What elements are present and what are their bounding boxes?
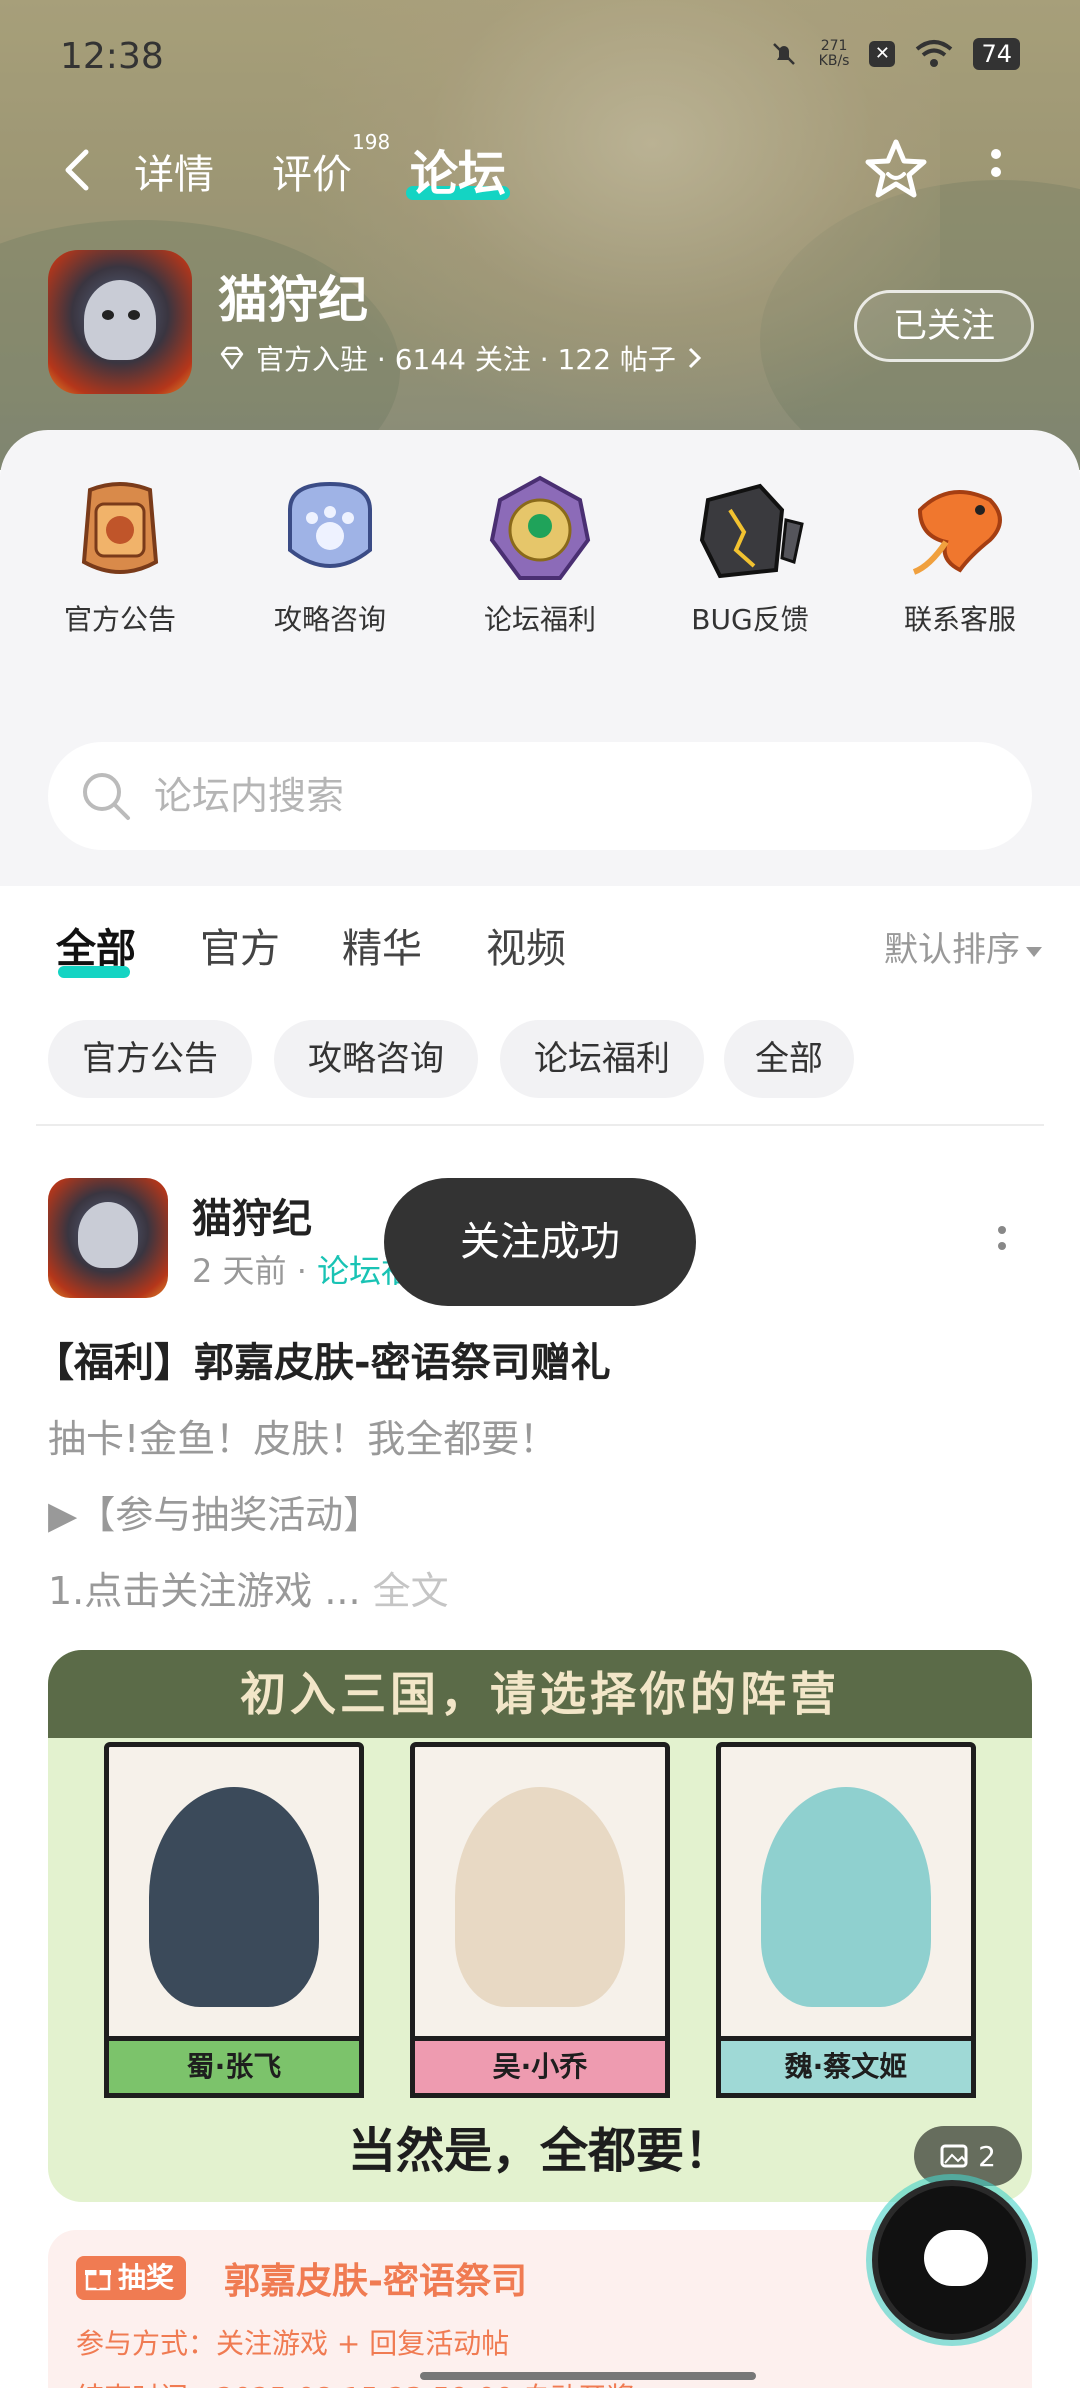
- tab-details[interactable]: 详情: [134, 142, 214, 200]
- top-navigation: 详情 评价 198 论坛: [0, 130, 1080, 210]
- follow-button[interactable]: 已关注: [854, 290, 1034, 362]
- shortcut-customer-service[interactable]: 联系客服: [870, 470, 1050, 640]
- battery-indicator: 74: [973, 38, 1020, 70]
- shortcut-strategy[interactable]: 攻略咨询: [240, 470, 420, 640]
- character-card: 吴·小乔: [410, 1742, 670, 2098]
- post-meta: 2 天前 · 论坛福: [192, 1252, 414, 1290]
- paw-badge-icon: [288, 481, 372, 568]
- sort-dropdown[interactable]: 默认排序: [884, 922, 1042, 971]
- gift-icon: [85, 2270, 111, 2291]
- home-indicator[interactable]: [420, 2372, 756, 2380]
- back-arrow-icon[interactable]: [52, 140, 112, 200]
- chat-bubble-icon: [924, 2230, 988, 2286]
- sort-label: 默认排序: [884, 930, 1020, 970]
- shortcut-forum-welfare[interactable]: 论坛福利: [450, 470, 630, 640]
- post-text-line: 抽卡!金鱼！皮肤！我全都要！: [48, 1417, 558, 1461]
- app-notification-icon: ✕: [869, 41, 896, 67]
- character-card: 蜀·张飞: [104, 1742, 364, 2098]
- shortcut-row: 官方公告 攻略咨询 论坛福利 BUG反馈 联系客服: [0, 470, 1080, 640]
- post-author[interactable]: 猫狩纪: [192, 1186, 312, 1244]
- feed-tab-video[interactable]: 视频: [486, 916, 566, 974]
- character-name: 吴·小乔: [410, 2036, 670, 2098]
- image-bottom-text: 当然是，全都要！: [347, 2123, 732, 2179]
- character-name: 蜀·张飞: [104, 2036, 364, 2098]
- post-text-line: ▶【参与抽奖活动】: [48, 1493, 382, 1537]
- full-text-link[interactable]: 全文: [373, 1569, 449, 1613]
- lottery-method: 参与方式：关注游戏 + 回复活动帖: [76, 2327, 510, 2360]
- star-favorite-icon[interactable]: [860, 134, 932, 206]
- shortcut-official-announcement[interactable]: 官方公告: [30, 470, 210, 640]
- cracked-stone-icon: [699, 483, 804, 579]
- post-image[interactable]: 初入三国，请选择你的阵营 蜀·张飞 吴·小乔 魏·蔡文姬 当然是，全都要！ 2: [48, 1650, 1032, 2202]
- mute-bell-icon: [772, 43, 795, 65]
- game-header-banner: 12:38 271 KB/s ✕ 74 详情 评价 198 论坛 猫狩纪 官方入…: [0, 0, 1080, 470]
- image-count-badge: 2: [914, 2126, 1022, 2186]
- chip-official-announcement[interactable]: 官方公告: [48, 1020, 252, 1098]
- game-app-icon[interactable]: [48, 250, 192, 394]
- character-card: 魏·蔡文姬: [716, 1742, 976, 2098]
- forum-content: 官方公告 攻略咨询 论坛福利 BUG反馈 联系客服 论坛内搜索 全部 官方 精华…: [0, 430, 1080, 2388]
- shortcut-bug-report[interactable]: BUG反馈: [660, 470, 840, 640]
- tab-reviews[interactable]: 评价: [272, 142, 352, 200]
- chip-all[interactable]: 全部: [724, 1020, 854, 1098]
- image-banner-text: 初入三国，请选择你的阵营: [48, 1650, 1032, 1738]
- forum-search-bar[interactable]: [48, 742, 1032, 850]
- status-time: 12:38: [60, 36, 164, 77]
- lottery-tag: 抽奖: [76, 2256, 187, 2300]
- filter-chips: 官方公告 攻略咨询 论坛福利 全部: [0, 1020, 1080, 1100]
- chip-welfare[interactable]: 论坛福利: [500, 1020, 704, 1098]
- feed-tabs: 全部 官方 精华 视频 默认排序: [0, 916, 1080, 986]
- tab-forum[interactable]: 论坛: [410, 134, 506, 204]
- net-speed: 271 KB/s: [818, 38, 850, 69]
- post-more-icon[interactable]: [992, 1218, 1012, 1268]
- game-title: 猫狩纪: [218, 271, 368, 329]
- lottery-title: 郭嘉皮肤-密语祭司: [224, 2261, 527, 2302]
- post-title[interactable]: 【福利】郭嘉皮肤-密语祭司赠礼: [34, 1330, 611, 1388]
- caret-down-icon: [1026, 946, 1042, 957]
- status-bar: 12:38 271 KB/s ✕ 74: [0, 30, 1080, 86]
- feed-tab-featured[interactable]: 精华: [342, 916, 422, 974]
- search-input[interactable]: [154, 762, 974, 830]
- chevron-right-icon: [688, 347, 702, 369]
- game-meta[interactable]: 官方入驻 · 6144 关注 · 122 帖子: [218, 338, 704, 378]
- divider: [36, 1124, 1044, 1126]
- floating-chat-button[interactable]: [872, 2180, 1032, 2340]
- chip-strategy[interactable]: 攻略咨询: [274, 1020, 478, 1098]
- gem-medallion-icon: [489, 475, 591, 580]
- wifi-icon: [916, 40, 953, 67]
- feed-tab-official[interactable]: 官方: [200, 916, 280, 974]
- game-meta-text: 官方入驻 · 6144 关注 · 122 帖子: [256, 343, 676, 376]
- game-info: 猫狩纪 官方入驻 · 6144 关注 · 122 帖子 已关注: [48, 250, 1048, 400]
- diamond-icon: [220, 346, 244, 370]
- image-stack-icon: [940, 2144, 968, 2168]
- avatar[interactable]: [48, 1178, 168, 1298]
- post-text-line: 1.点击关注游戏 ... 全文: [48, 1569, 449, 1613]
- character-name: 魏·蔡文姬: [716, 2036, 976, 2098]
- announcement-badge-icon: [81, 482, 159, 574]
- more-options-icon[interactable]: [980, 142, 1012, 202]
- search-icon: [83, 773, 130, 820]
- reviews-count-badge: 198: [352, 130, 391, 154]
- feed-tab-indicator: [58, 966, 130, 978]
- koi-fish-icon: [912, 490, 1002, 575]
- toast-message: 关注成功: [384, 1178, 696, 1306]
